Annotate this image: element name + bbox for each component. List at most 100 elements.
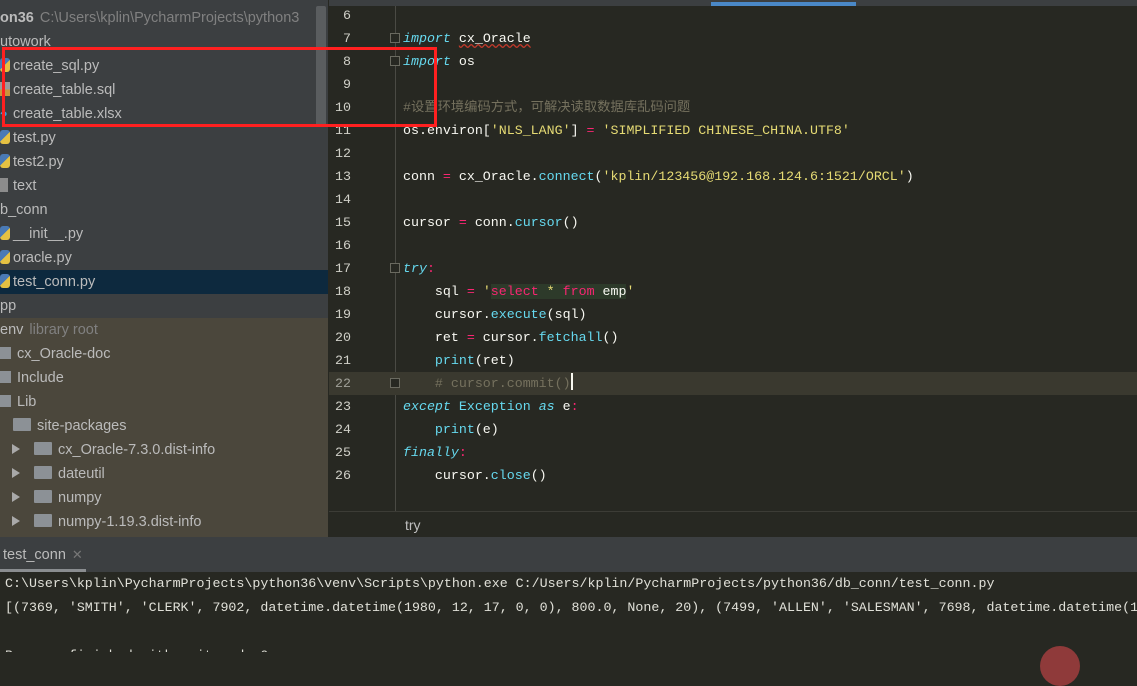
code-token [554, 284, 563, 299]
code-line[interactable]: 17 try: [329, 257, 1137, 280]
code-line[interactable]: 23 except Exception as e: [329, 395, 1137, 418]
project-tree-panel: on36 C:\Users\kplin\PycharmProjects\pytho… [0, 0, 328, 537]
code-line[interactable]: 24 print(e) [329, 418, 1137, 441]
fold-marker-icon[interactable] [390, 33, 400, 43]
code-text: cursor.close() [403, 464, 547, 487]
code-line[interactable]: 10 #设置环境编码方式，可解决读取数据库乱码问题 [329, 96, 1137, 119]
console-command-line: C:\Users\kplin\PycharmProjects\python36\… [5, 576, 995, 591]
python-file-icon [0, 274, 10, 288]
python-file-icon [0, 58, 10, 72]
tree-item[interactable]: pp [0, 294, 328, 318]
tree-item[interactable]: ? create_table.xlsx [0, 102, 328, 126]
tree-item-label: numpy [58, 490, 102, 506]
tree-item-label: utowork [0, 34, 51, 50]
tree-item[interactable]: numpy-1.19.3.dist-info [0, 510, 328, 534]
tree-root-project[interactable]: on36 C:\Users\kplin\PycharmProjects\pytho… [0, 6, 328, 30]
code-token: : [570, 399, 579, 414]
tree-item[interactable]: numpy [0, 486, 328, 510]
python-file-icon [0, 154, 10, 168]
sidebar-scrollbar[interactable] [316, 6, 326, 126]
tree-item-label: cx_Oracle-doc [17, 346, 111, 362]
code-line[interactable]: 25 finally: [329, 441, 1137, 464]
code-line[interactable]: 15 cursor = conn.cursor() [329, 211, 1137, 234]
library-root-hint: library root [29, 322, 98, 338]
fold-marker-icon[interactable] [390, 378, 400, 388]
tree-item[interactable]: b_conn [0, 198, 328, 222]
fold-marker-icon[interactable] [390, 56, 400, 66]
expand-arrow-icon[interactable] [12, 444, 20, 454]
code-token: import [403, 31, 451, 46]
code-token: cursor [514, 215, 563, 230]
line-number: 26 [335, 468, 351, 483]
code-line[interactable]: 7 import cx_Oracle [329, 27, 1137, 50]
tree-item[interactable]: test2.py [0, 150, 328, 174]
code-token: cursor. [403, 468, 491, 483]
code-token: select [490, 284, 539, 299]
console-output[interactable]: C:\Users\kplin\PycharmProjects\python36\… [0, 572, 1137, 652]
tree-item[interactable]: Lib [0, 390, 328, 414]
floating-widget[interactable] [1040, 646, 1080, 686]
close-icon[interactable]: ✕ [72, 547, 83, 562]
code-token: except [403, 399, 451, 414]
code-line[interactable]: 26 cursor.close() [329, 464, 1137, 487]
expand-arrow-icon[interactable] [12, 516, 20, 526]
tree-item-label: create_sql.py [13, 58, 100, 74]
code-line[interactable]: 14 [329, 188, 1137, 211]
tree-item[interactable]: create_sql.py [0, 54, 328, 78]
code-line[interactable]: 6 [329, 4, 1137, 27]
line-number: 17 [335, 261, 351, 276]
tree-item[interactable]: dateutil [0, 462, 328, 486]
expand-arrow-icon[interactable] [12, 468, 20, 478]
code-token: as [538, 399, 555, 414]
code-line[interactable]: 9 [329, 73, 1137, 96]
code-text: conn = cx_Oracle.connect('kplin/123456@1… [403, 165, 914, 188]
code-token: # cursor.commit() [403, 376, 571, 391]
code-line[interactable]: 18 sql = 'select * from emp' [329, 280, 1137, 303]
tree-item[interactable]: test.py [0, 126, 328, 150]
tree-item[interactable]: __init__.py [0, 222, 328, 246]
editor-breadcrumb[interactable]: try [329, 511, 1137, 537]
expand-arrow-icon[interactable] [12, 492, 20, 502]
code-line[interactable]: 12 [329, 142, 1137, 165]
code-text: cursor = conn.cursor() [403, 211, 579, 234]
code-editor[interactable]: 6 7 import cx_Oracle 8 import os 9 10 #设置环境编码方式… [329, 0, 1137, 537]
code-text: ret = cursor.fetchall() [403, 326, 619, 349]
tree-item[interactable]: oracle.py [0, 246, 328, 270]
line-number: 15 [335, 215, 351, 230]
code-line[interactable]: 19 cursor.execute(sql) [329, 303, 1137, 326]
code-line[interactable]: 13 conn = cx_Oracle.connect('kplin/123456… [329, 165, 1137, 188]
tree-item-label: dateutil [58, 466, 105, 482]
tree-item-label: site-packages [37, 418, 127, 434]
code-token: cx_Oracle [458, 31, 531, 46]
fold-marker-icon[interactable] [390, 263, 400, 273]
tree-item[interactable]: test_conn.py [0, 270, 328, 294]
tree-item[interactable]: create_table.sql [0, 78, 328, 102]
folder-icon [0, 395, 11, 407]
code-text: #设置环境编码方式，可解决读取数据库乱码问题 [403, 96, 690, 119]
tree-item[interactable]: cx_Oracle-7.3.0.dist-info [0, 438, 328, 462]
tree-item[interactable]: Include [0, 366, 328, 390]
code-token: fetchall [538, 330, 603, 345]
run-tab-test-conn[interactable]: test_conn ✕ [0, 537, 86, 572]
code-line[interactable]: 21 print(ret) [329, 349, 1137, 372]
tree-item[interactable]: text [0, 174, 328, 198]
code-line[interactable]: 20 ret = cursor.fetchall() [329, 326, 1137, 349]
text-file-icon [0, 178, 8, 192]
code-line[interactable]: 16 [329, 234, 1137, 257]
code-line[interactable]: 11 os.environ['NLS_LANG'] = 'SIMPLIFIED C… [329, 119, 1137, 142]
code-token: ret [403, 330, 467, 345]
tree-item[interactable]: utowork [0, 30, 328, 54]
code-line[interactable]: 22 # cursor.commit() [329, 372, 1137, 395]
python-file-icon [0, 226, 10, 240]
tree-item-venv[interactable]: env library root [0, 318, 328, 342]
code-token [538, 284, 547, 299]
code-line[interactable]: 8 import os [329, 50, 1137, 73]
tree-item[interactable]: site-packages [0, 414, 328, 438]
code-token: 'NLS_LANG' [490, 123, 571, 138]
code-token: = [466, 330, 475, 345]
console-result-line: [(7369, 'SMITH', 'CLERK', 7902, datetime… [5, 600, 1137, 615]
tree-item[interactable]: cx_Oracle-doc [0, 342, 328, 366]
line-number: 7 [343, 31, 351, 46]
